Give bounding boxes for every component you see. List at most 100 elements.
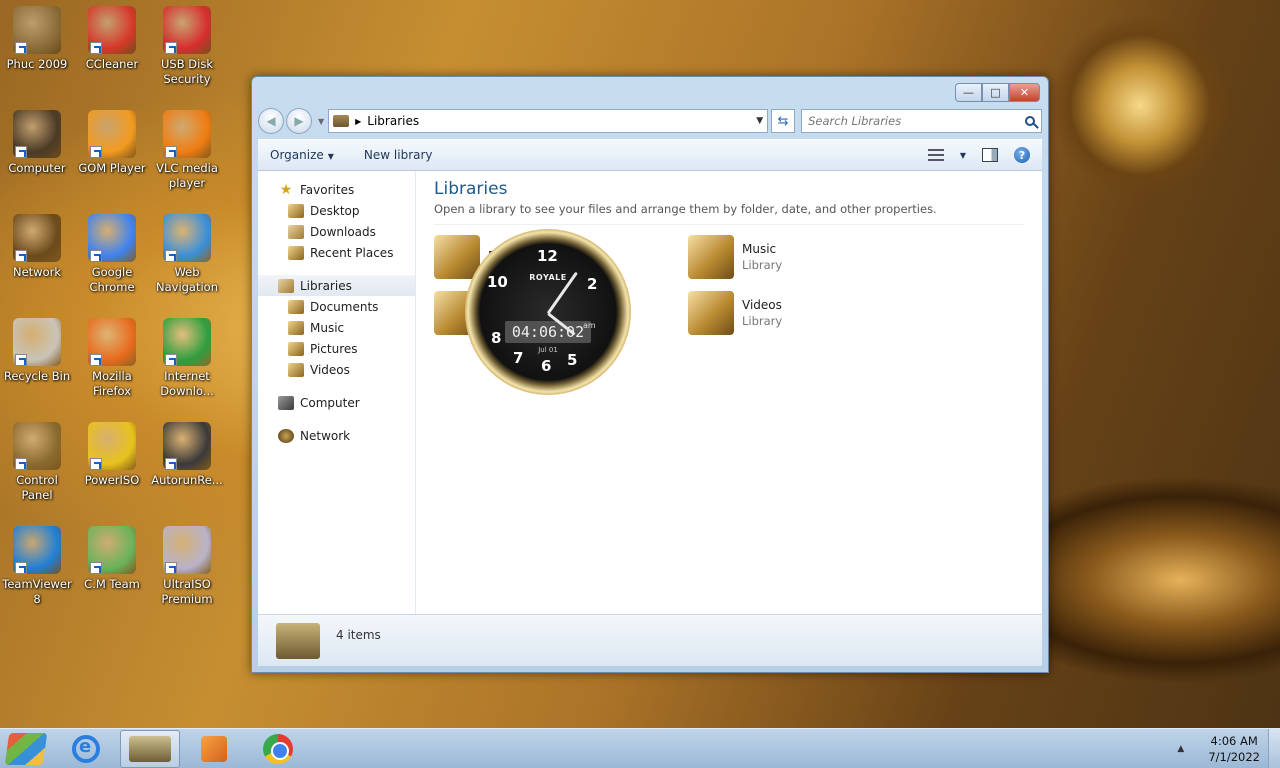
taskbar-time: 4:06 AM — [1210, 733, 1258, 748]
help-icon[interactable]: ? — [1014, 147, 1030, 163]
desktop-icon-usb-disk-security[interactable]: USB Disk Security — [150, 0, 224, 87]
recycle-bin-icon — [13, 318, 61, 366]
ccleaner-icon — [88, 6, 136, 54]
videos-library-icon — [688, 291, 734, 335]
taskbar-chrome[interactable] — [248, 730, 308, 768]
nav-downloads[interactable]: Downloads — [258, 221, 415, 242]
chrome-icon — [263, 733, 293, 764]
back-button[interactable]: ◀ — [258, 108, 284, 134]
nav-computer-label: Computer — [300, 395, 360, 410]
address-dropdown-icon[interactable]: ▼ — [756, 116, 763, 126]
nav-videos[interactable]: Videos — [258, 359, 415, 380]
page-description: Open a library to see your files and arr… — [434, 202, 1024, 225]
shortcut-arrow-icon — [165, 354, 177, 366]
desktop-icon-c-m-team[interactable]: C.M Team — [75, 520, 149, 592]
nav-downloads-label: Downloads — [310, 224, 376, 239]
command-bar: Organize ▼ New library ▼ ? — [258, 139, 1042, 171]
nav-desktop[interactable]: Desktop — [258, 200, 415, 221]
shortcut-arrow-icon — [90, 562, 102, 574]
nav-music[interactable]: Music — [258, 317, 415, 338]
nav-libraries[interactable]: Libraries — [258, 275, 415, 296]
nav-favorites[interactable]: ★ Favorites — [258, 179, 415, 200]
nav-favorites-label: Favorites — [300, 182, 355, 197]
search-box[interactable] — [801, 109, 1042, 133]
library-name: Videos — [742, 298, 782, 312]
search-input[interactable] — [808, 114, 1025, 128]
forward-button[interactable]: ▶ — [285, 108, 312, 134]
desktop-icon-control-panel[interactable]: Control Panel — [0, 416, 74, 503]
desktop-icon-internet-downlo[interactable]: Internet Downlo... — [150, 312, 224, 399]
desktop-icon-poweriso[interactable]: PowerISO — [75, 416, 149, 488]
show-desktop-button[interactable] — [1268, 729, 1280, 768]
desktop-icon-mozilla-firefox[interactable]: Mozilla Firefox — [75, 312, 149, 399]
search-icon[interactable] — [1025, 116, 1035, 126]
desktop-icon-gom-player[interactable]: GOM Player — [75, 104, 149, 176]
address-text[interactable]: Libraries — [367, 114, 756, 128]
clock-ampm: am — [583, 321, 596, 330]
computer-icon — [278, 395, 294, 410]
network-icon — [13, 214, 61, 262]
nav-pictures[interactable]: Pictures — [258, 338, 415, 359]
nav-documents[interactable]: Documents — [258, 296, 415, 317]
desktop-icon-phuc-2009[interactable]: Phuc 2009 — [0, 0, 74, 72]
library-music[interactable]: Music Library — [688, 235, 908, 279]
desktop-icon-ultraiso-premium[interactable]: UltraISO Premium — [150, 520, 224, 607]
desktop-icon-google-chrome[interactable]: Google Chrome — [75, 208, 149, 295]
shield-icon — [163, 6, 211, 54]
internet-explorer-icon — [72, 734, 100, 763]
desktop-icon-autorunre[interactable]: AutorunRe... — [150, 416, 224, 488]
music-library-icon — [688, 235, 734, 279]
desktop-icon-vlc-media-player[interactable]: VLC media player — [150, 104, 224, 191]
libraries-icon — [129, 735, 171, 762]
refresh-button[interactable]: ⇆ — [771, 109, 796, 133]
clock-gadget[interactable]: 12 2 5 6 7 8 10 ROYALE 04:06:02 am Jul 0… — [465, 229, 631, 395]
desktop-icon-recycle-bin[interactable]: Recycle Bin — [0, 312, 74, 384]
preview-pane-icon[interactable] — [982, 148, 998, 162]
nav-recent-places-label: Recent Places — [310, 245, 394, 260]
libraries-icon — [333, 115, 350, 127]
desktop-icon-web-navigation[interactable]: Web Navigation — [150, 208, 224, 295]
desktop-icon — [288, 203, 304, 218]
change-view-icon[interactable] — [927, 149, 944, 161]
library-type: Library — [742, 258, 783, 272]
window-controls: — □ ✕ — [955, 83, 1040, 102]
taskbar-libraries[interactable] — [120, 729, 180, 768]
breadcrumb-arrow-icon[interactable]: ▶ — [355, 117, 361, 126]
recent-pages-dropdown[interactable]: ▼ — [318, 117, 324, 126]
desktop-icon-computer[interactable]: Computer — [0, 104, 74, 176]
desktop-icon-label: Computer — [8, 161, 66, 175]
folder-icon — [13, 6, 61, 54]
usb-shield-icon — [163, 422, 211, 470]
view-options-dropdown-icon[interactable]: ▼ — [960, 151, 966, 160]
show-hidden-icons-button[interactable]: ▲ — [1177, 744, 1184, 754]
item-count: 4 items — [336, 627, 381, 642]
new-library-button[interactable]: New library — [364, 148, 433, 162]
page-title: Libraries — [434, 179, 508, 199]
shortcut-arrow-icon — [165, 562, 177, 574]
desktop-icon-teamviewer-8[interactable]: TeamViewer 8 — [0, 520, 74, 607]
maximize-button[interactable]: □ — [982, 83, 1009, 102]
minimize-button[interactable]: — — [955, 83, 982, 102]
star-icon: ★ — [279, 181, 293, 198]
nav-recent-places[interactable]: Recent Places — [258, 242, 415, 263]
windows-logo-icon — [4, 732, 48, 765]
desktop-icon-label: PowerISO — [84, 473, 140, 487]
back-arrow-icon: ◀ — [266, 114, 276, 128]
start-button[interactable] — [0, 729, 52, 768]
clock-date: Jul 01 — [538, 346, 558, 354]
nav-computer[interactable]: Computer — [258, 392, 415, 413]
taskbar-media-player[interactable] — [184, 730, 244, 768]
close-button[interactable]: ✕ — [1009, 83, 1040, 102]
address-bar[interactable]: ▶ Libraries ▼ — [328, 109, 769, 133]
shortcut-arrow-icon — [15, 250, 27, 262]
taskbar-clock[interactable]: 4:06 AM 7/1/2022 — [1208, 733, 1260, 765]
library-videos[interactable]: Videos Library — [688, 291, 908, 335]
taskbar-internet-explorer[interactable] — [56, 730, 116, 768]
organize-button[interactable]: Organize ▼ — [270, 148, 334, 162]
nav-network[interactable]: Network — [258, 425, 415, 446]
desktop-icon-ccleaner[interactable]: CCleaner — [75, 0, 149, 72]
nav-desktop-label: Desktop — [310, 203, 360, 218]
media-player-icon — [201, 735, 227, 762]
organize-label: Organize — [270, 148, 324, 162]
desktop-icon-network[interactable]: Network — [0, 208, 74, 280]
